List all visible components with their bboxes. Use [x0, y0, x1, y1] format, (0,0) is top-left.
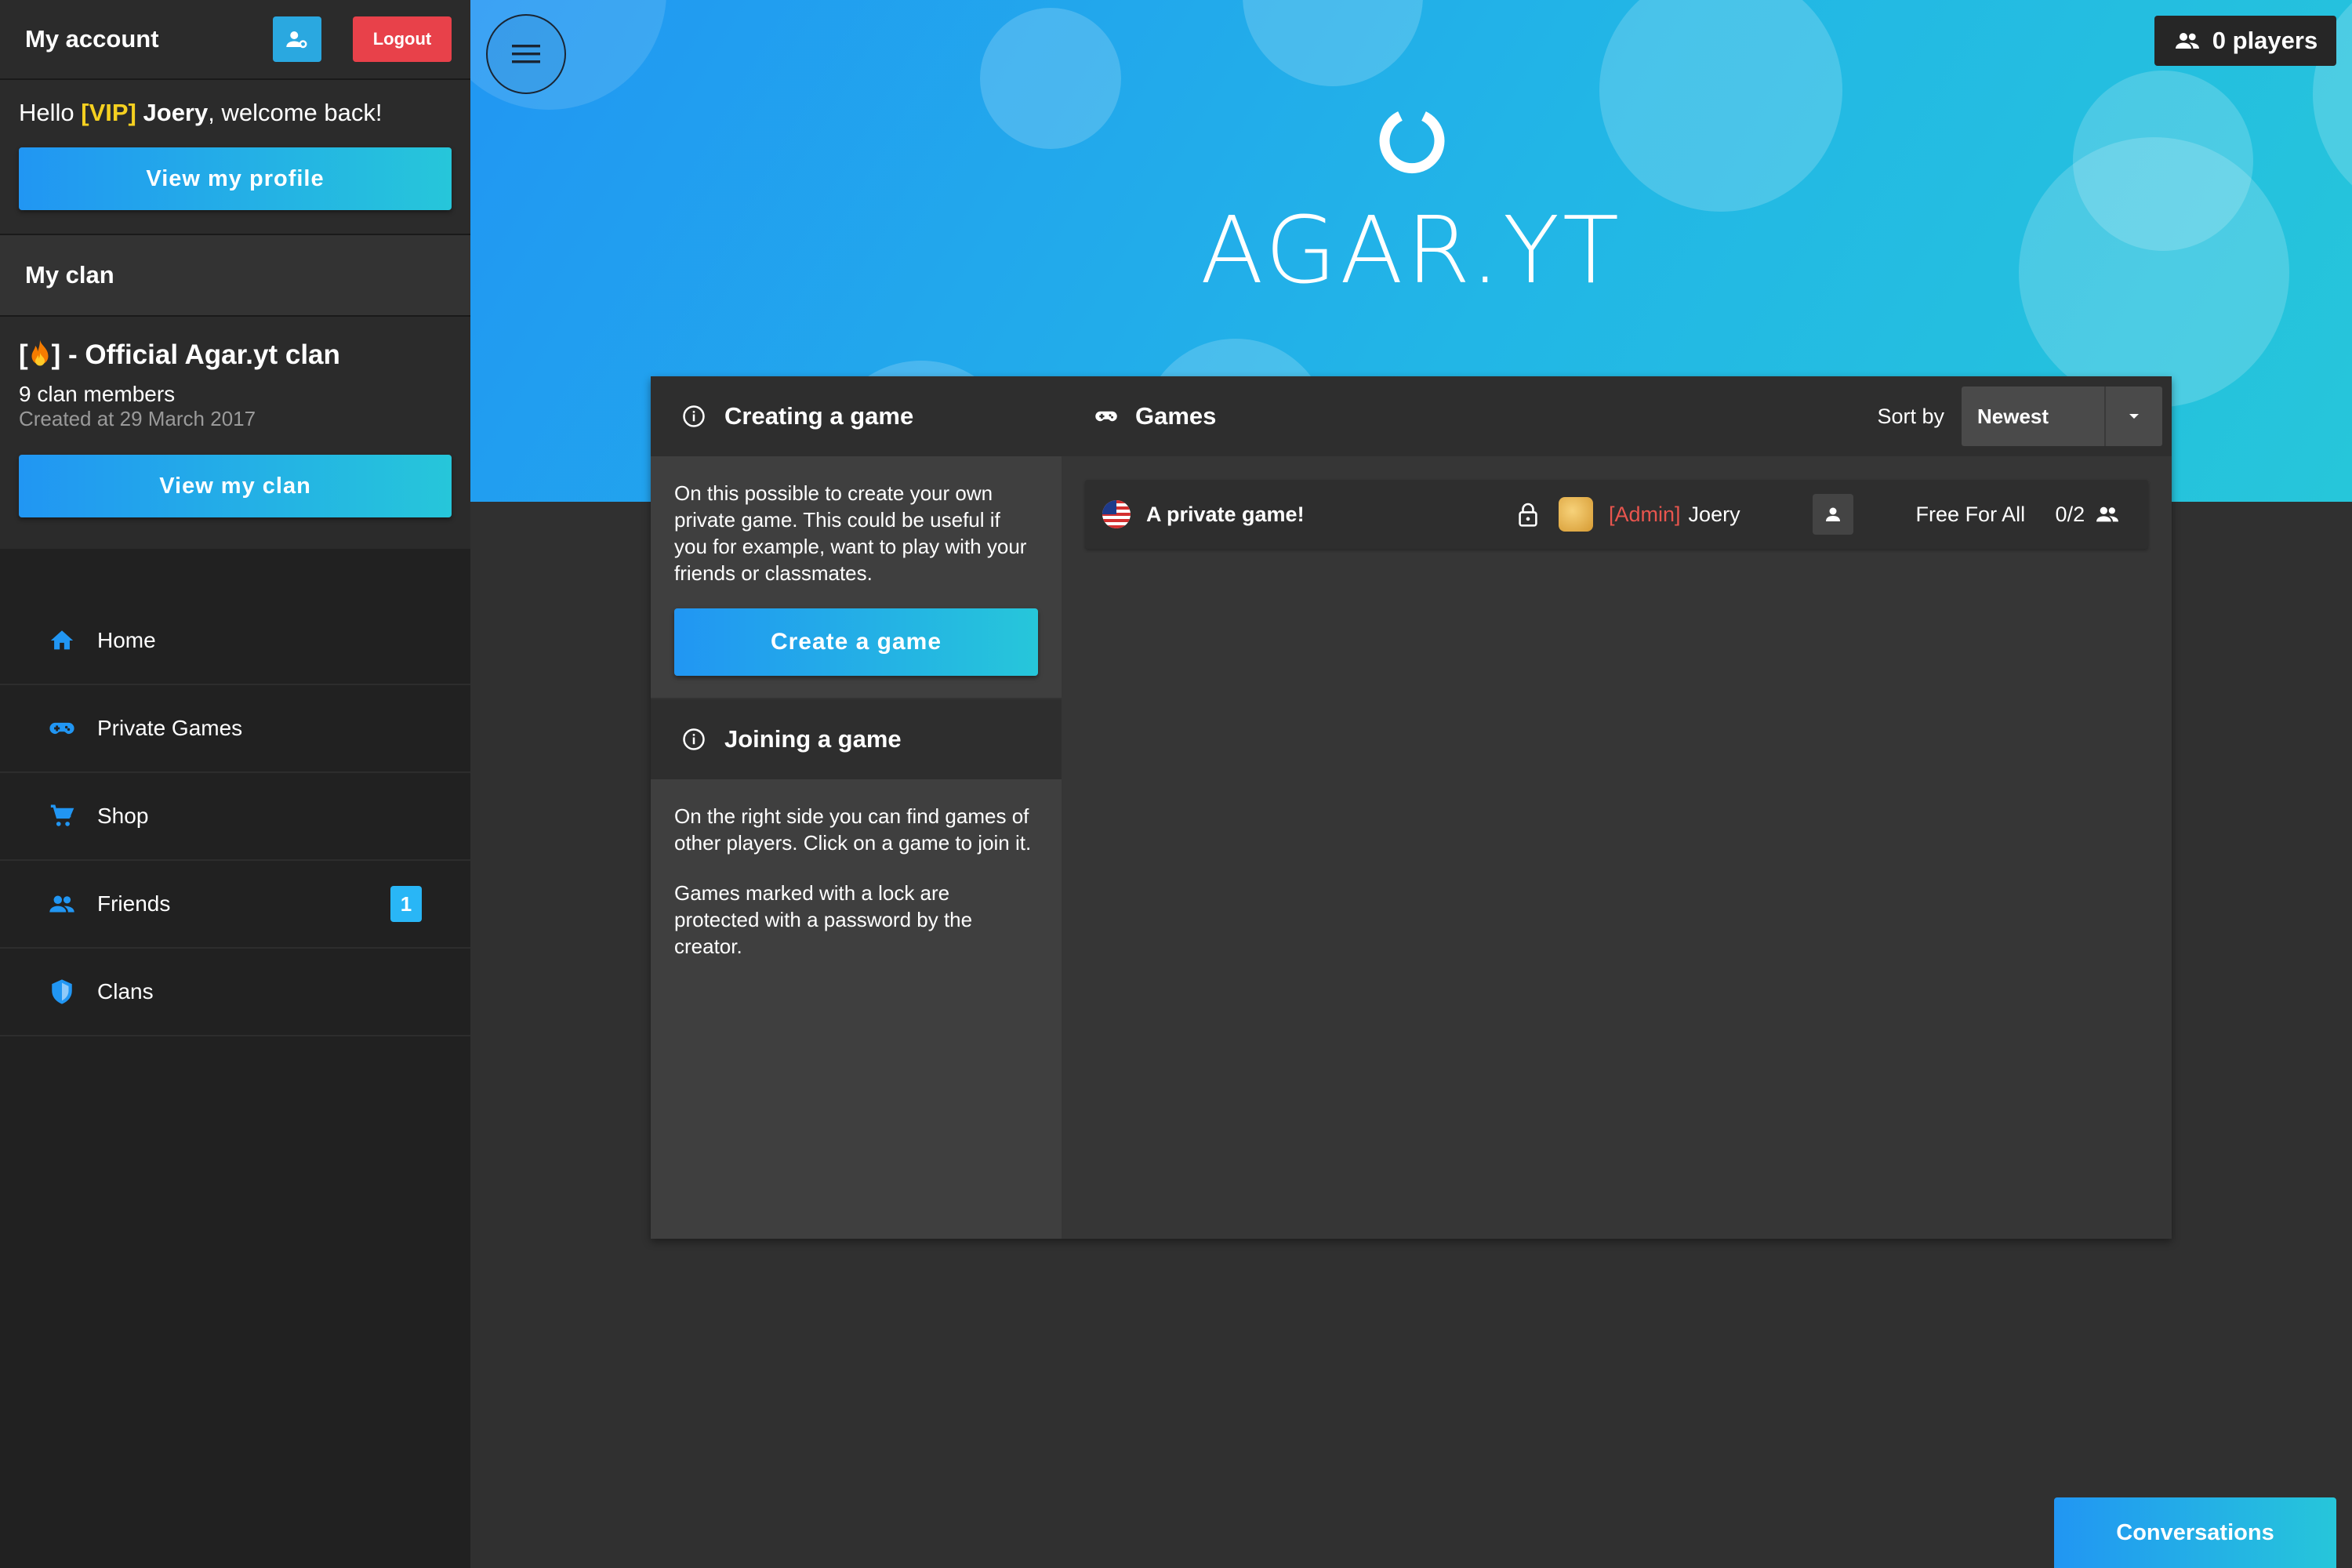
- clan-body: [ ] - Official Agar.yt clan 9 clan member…: [0, 317, 470, 549]
- bubble: [980, 8, 1121, 149]
- sidebar: My account Logout Hello [VIP] Joery, wel…: [0, 0, 470, 1568]
- owner-avatar: [1559, 497, 1593, 532]
- view-profile-button[interactable]: View my profile: [19, 147, 452, 210]
- nav-label: Home: [97, 628, 156, 652]
- info-icon: [683, 728, 705, 750]
- nav-item-home[interactable]: Home: [0, 597, 470, 685]
- clan-members: 9 clan members: [19, 382, 176, 406]
- clan-header: My clan: [0, 235, 470, 317]
- friends-icon: [49, 891, 75, 917]
- creating-title: Creating a game: [724, 402, 914, 430]
- site-title: AGAR.YT: [1200, 196, 1623, 304]
- joining-section: Joining a game On the right side you can…: [651, 699, 1062, 960]
- username: Joery: [143, 99, 209, 126]
- games-title: Games: [1135, 402, 1217, 430]
- sort-select[interactable]: Newest: [1962, 387, 2162, 446]
- admin-tag: [Admin]: [1609, 502, 1681, 526]
- main-nav: Home Private Games Shop Friends 1 Clans: [0, 597, 470, 1036]
- clan-name-prefix: [: [19, 339, 28, 370]
- creating-text: On this possible to create your own priv…: [674, 481, 1027, 585]
- help-column: Creating a game On this possible to crea…: [651, 376, 1062, 1239]
- nav-item-friends[interactable]: Friends 1: [0, 861, 470, 949]
- bubble: [1243, 0, 1423, 86]
- joining-title: Joining a game: [724, 725, 902, 753]
- sort-label: Sort by: [1877, 404, 1944, 428]
- gamepad-icon: [1095, 411, 1117, 422]
- menu-button[interactable]: [486, 14, 566, 94]
- nav-label: Clans: [97, 979, 154, 1004]
- games-header: Games Sort by Newest: [1062, 376, 2172, 456]
- nav-label: Friends: [97, 891, 171, 916]
- info-icon: [683, 405, 705, 427]
- players-icon: [2096, 506, 2119, 522]
- clan-name: [ ] - Official Agar.yt clan: [19, 339, 452, 371]
- account-header: My account Logout: [0, 0, 470, 80]
- dropdown-arrow-icon: [2104, 387, 2162, 446]
- logout-button[interactable]: Logout: [353, 16, 452, 62]
- conversations-button[interactable]: Conversations: [2054, 1497, 2336, 1568]
- game-name: A private game!: [1146, 502, 1305, 526]
- bubble: [2019, 137, 2289, 408]
- game-row[interactable]: A private game! [Admin] Joery Free For A…: [1085, 480, 2148, 549]
- joining-text: On the right side you can find games of …: [674, 804, 1032, 855]
- account-settings-button[interactable]: [273, 16, 321, 62]
- view-clan-button[interactable]: View my clan: [19, 455, 452, 517]
- sort-value: Newest: [1977, 404, 2049, 428]
- players-count: 0 players: [2212, 27, 2318, 54]
- creating-header: Creating a game: [651, 376, 1062, 456]
- vip-tag: [VIP]: [81, 99, 136, 126]
- creating-section: Creating a game On this possible to crea…: [651, 376, 1062, 699]
- owner-name: Joery: [1688, 502, 1740, 526]
- cart-icon: [49, 803, 75, 829]
- clan-created: Created at 29 March 2017: [19, 407, 256, 430]
- friends-badge: 1: [390, 886, 422, 922]
- account-title: My account: [25, 25, 159, 53]
- welcome-message: Hello [VIP] Joery, welcome back!: [19, 99, 452, 127]
- owner-profile-button[interactable]: [1812, 494, 1853, 535]
- welcome-prefix: Hello: [19, 99, 82, 126]
- clan-name-text: ] - Official Agar.yt clan: [51, 339, 340, 370]
- create-game-button[interactable]: Create a game: [674, 608, 1038, 676]
- agar-logo-icon: [1379, 111, 1445, 174]
- lock-icon: [1519, 503, 1537, 527]
- joining-header: Joining a game: [651, 699, 1062, 779]
- nav-label: Private Games: [97, 716, 243, 740]
- games-column: Games Sort by Newest A private game! [Ad…: [1062, 376, 2172, 1239]
- players-icon: [2175, 33, 2199, 49]
- us-flag-icon: [1102, 500, 1131, 528]
- players-counter[interactable]: 0 players: [2154, 16, 2336, 66]
- nav-label: Shop: [97, 804, 149, 828]
- user-icon: [1825, 507, 1840, 521]
- welcome-suffix: , welcome back!: [208, 99, 383, 126]
- nav-item-shop[interactable]: Shop: [0, 773, 470, 861]
- home-icon: [49, 627, 75, 654]
- game-mode: Free For All: [1915, 502, 2026, 526]
- bubble: [1599, 0, 1842, 212]
- joining-text-lock: Games marked with a lock are protected w…: [674, 881, 973, 958]
- nav-item-clans[interactable]: Clans: [0, 949, 470, 1036]
- fire-icon: [31, 339, 49, 366]
- shield-icon: [49, 978, 75, 1005]
- nav-item-private-games[interactable]: Private Games: [0, 685, 470, 773]
- gamepad-icon: [49, 715, 75, 742]
- account-body: Hello [VIP] Joery, welcome back! View my…: [0, 80, 470, 235]
- player-count: 0/2: [2055, 502, 2085, 526]
- hamburger-icon: [512, 45, 540, 64]
- user-settings-icon: [286, 31, 307, 49]
- games-panel: Creating a game On this possible to crea…: [651, 376, 2172, 1239]
